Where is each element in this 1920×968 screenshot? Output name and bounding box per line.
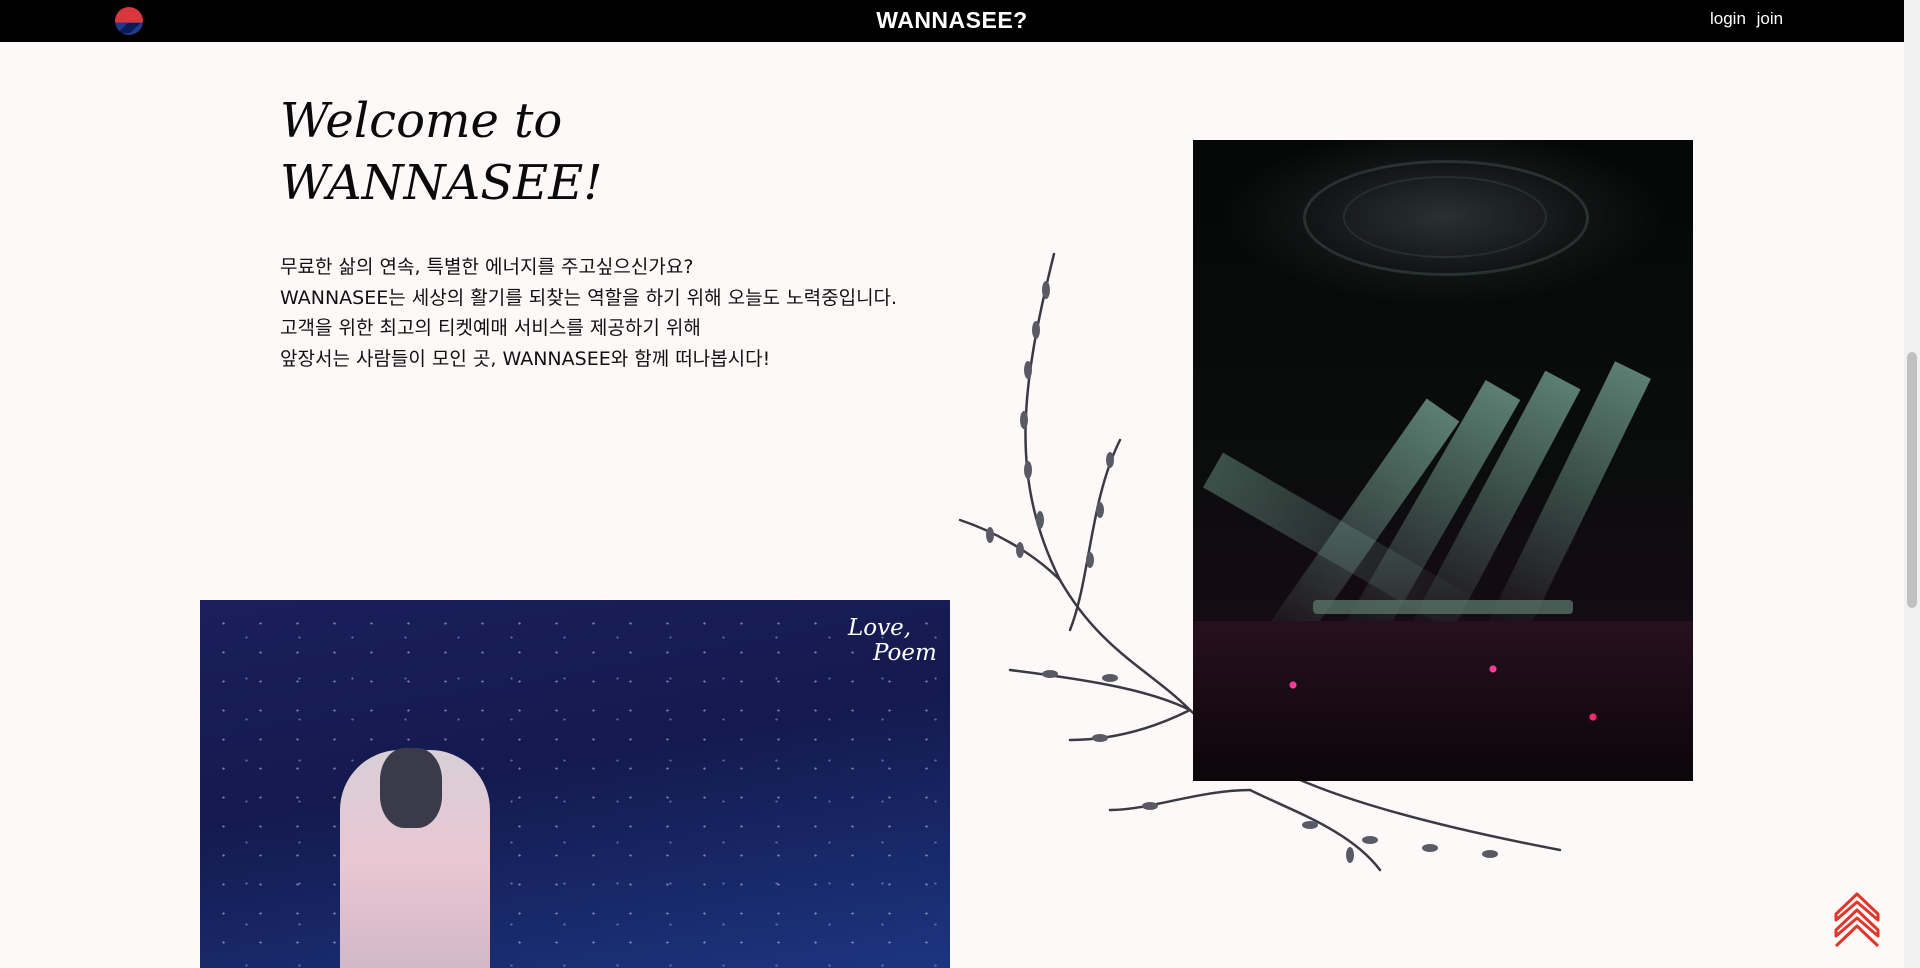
brand-title[interactable]: WANNASEE? bbox=[0, 7, 1904, 34]
intro-paragraph: 앞장서는 사람들이 모인 곳, WANNASEE와 함께 떠나봅시다! bbox=[280, 347, 771, 370]
intro-paragraph: WANNASEE는 세상의 활기를 되찾는 역할을 하기 위해 오늘도 노력중입… bbox=[280, 286, 898, 309]
intro-text: 무료한 삶의 연속, 특별한 에너지를 주고싶으신가요? WANNASEE는 세… bbox=[280, 252, 897, 374]
top-navigation-bar: WANNASEE? login join bbox=[0, 0, 1904, 42]
intro-paragraph: 무료한 삶의 연속, 특별한 에너지를 주고싶으신가요? bbox=[280, 256, 694, 278]
welcome-heading: Welcome to WANNASEE! bbox=[280, 90, 603, 214]
overlay-line: Poem bbox=[873, 640, 937, 666]
overlay-line: Love, bbox=[848, 615, 912, 641]
concert-stage-photo bbox=[1193, 140, 1693, 781]
login-link[interactable]: login bbox=[1710, 9, 1746, 28]
singer-concert-photo: Love, Poem bbox=[200, 600, 950, 968]
welcome-title-line1: Welcome to bbox=[280, 93, 563, 149]
scrollbar-thumb[interactable] bbox=[1907, 352, 1917, 608]
join-link[interactable]: join bbox=[1757, 9, 1783, 28]
intro-paragraph: 고객을 위한 최고의 티켓예매 서비스를 제공하기 위해 bbox=[280, 317, 701, 339]
auth-links: login join bbox=[1710, 9, 1789, 29]
photo-overlay-text: Love, Poem bbox=[848, 616, 937, 666]
chevron-double-up-icon[interactable] bbox=[1832, 890, 1882, 950]
page-scrollbar[interactable] bbox=[1904, 0, 1920, 968]
welcome-title-line2: WANNASEE! bbox=[280, 155, 603, 211]
